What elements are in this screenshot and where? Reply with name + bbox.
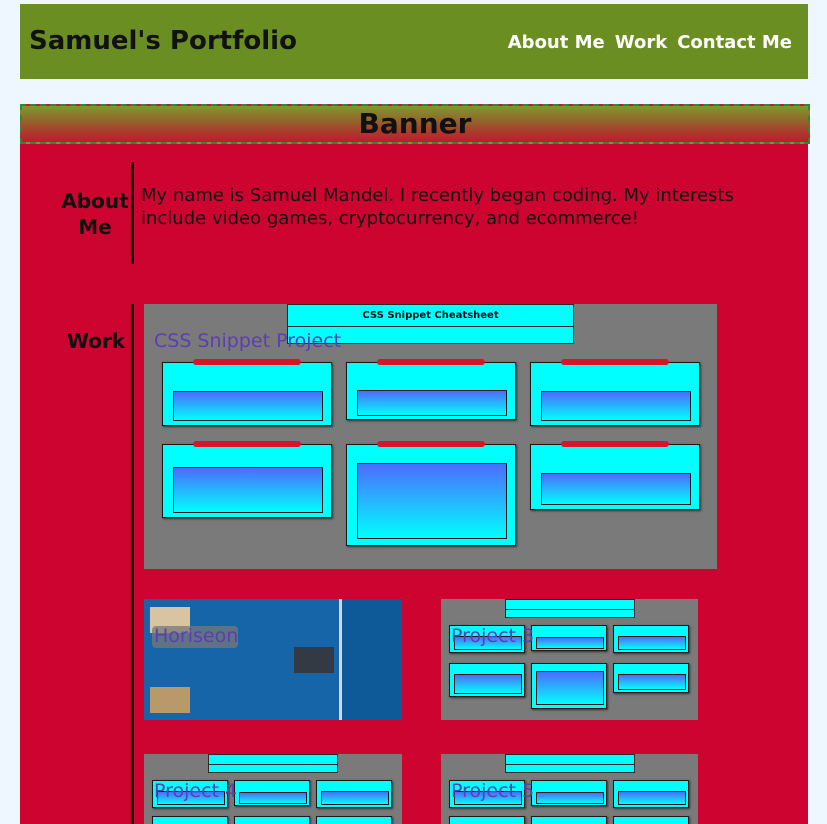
snippet-card [162,359,332,426]
mini-card [613,663,689,693]
mini-card [531,625,607,651]
mini-card [449,663,525,697]
project-card-css-snippet[interactable]: CSS Snippet Cheatsheet CSS Snippet Proje… [144,304,717,569]
about-text: My name is Samuel Mandel. I recently beg… [141,185,734,229]
nav-link-about[interactable]: About Me [508,32,605,53]
snippet-card [346,441,516,546]
project-label: Project 3 [451,625,535,647]
mini-card [234,780,310,806]
mini-card [152,816,228,824]
project-card-horiseon[interactable]: Horiseon [144,599,402,720]
snippet-card [530,441,700,510]
project-label: Project 4 [154,780,238,802]
mini-card [449,816,525,824]
project-card-5[interactable]: Project 5 [441,754,698,824]
mini-card [316,780,392,808]
nav-link-work[interactable]: Work [615,32,667,53]
snippet-card [530,359,700,426]
mini-card [316,816,392,824]
snippet-card [162,441,332,518]
project-label: CSS Snippet Project [154,330,342,352]
banner: Banner [20,104,810,144]
mini-subtitle-bar [208,764,338,773]
cheatsheet-title: CSS Snippet Cheatsheet [287,304,574,328]
mini-card [531,816,607,824]
project-card-3[interactable]: Project 3 [441,599,698,720]
project-card-4[interactable]: Project 4 [144,754,402,824]
mini-card [234,816,310,824]
mini-card [613,780,689,808]
mini-card [531,780,607,806]
horiseon-sidebar [339,599,402,720]
snippet-card [346,359,516,420]
about-heading: About Me [61,189,129,239]
mini-card [613,816,689,824]
work-heading: Work [66,329,126,353]
project-label: Project 5 [451,780,535,802]
mini-card [613,625,689,653]
nav-link-contact[interactable]: Contact Me [677,32,792,53]
about-divider [131,162,134,264]
site-title: Samuel's Portfolio [29,26,297,56]
main-nav: About Me Work Contact Me [508,32,792,53]
mini-subtitle-bar [505,609,635,618]
work-divider [131,304,134,824]
site-header: Samuel's Portfolio About Me Work Contact… [20,4,808,79]
mini-card [531,663,607,709]
mini-subtitle-bar [505,764,635,773]
project-label: Horiseon [154,625,239,647]
